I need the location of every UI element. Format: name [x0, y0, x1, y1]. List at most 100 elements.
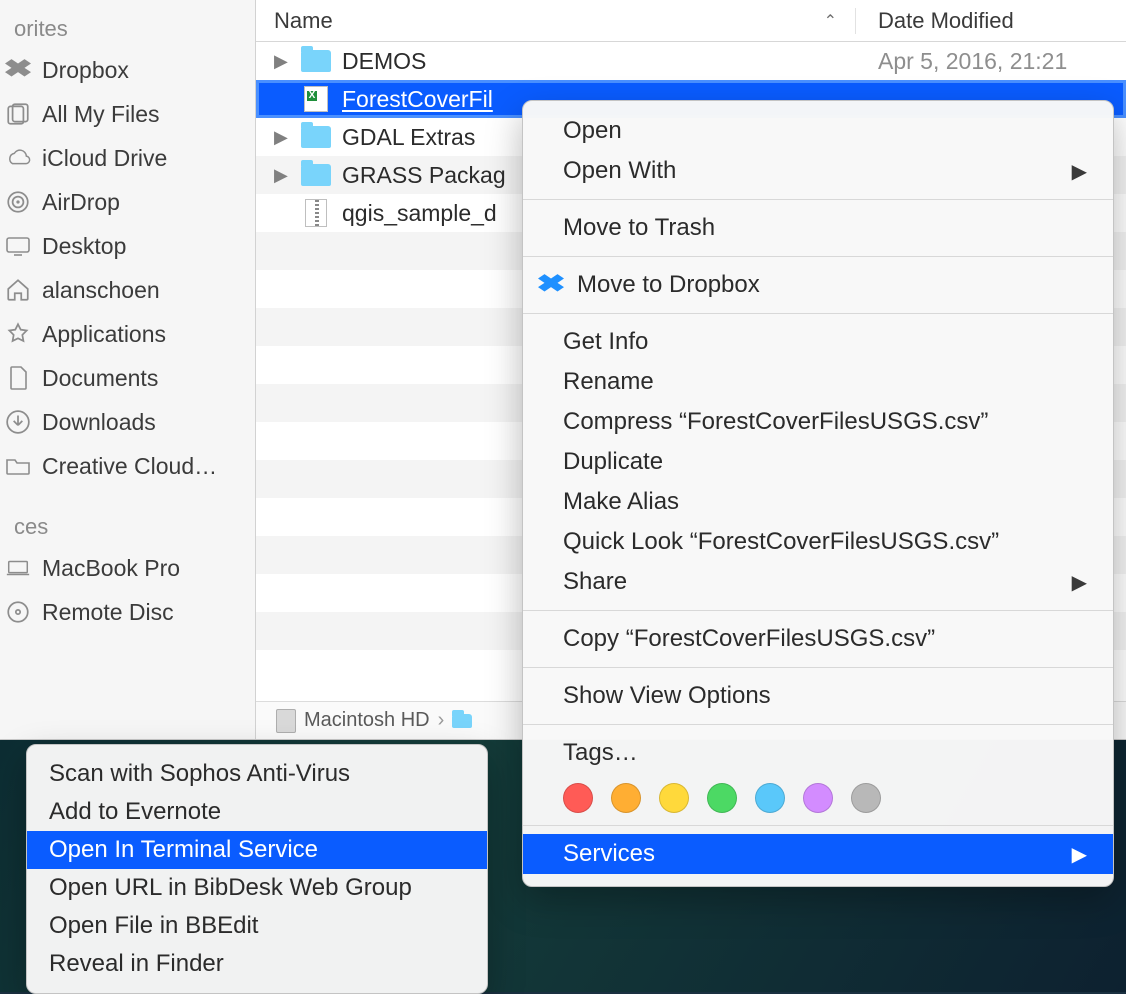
ctx-open[interactable]: Open — [523, 111, 1113, 151]
ctx-share[interactable]: Share▶ — [523, 562, 1113, 602]
sidebar-item-apps[interactable]: Applications — [0, 312, 255, 356]
sidebar-item-label: alanschoen — [42, 277, 245, 304]
home-icon — [4, 276, 32, 304]
icloud-icon — [4, 144, 32, 172]
sidebar-item-laptop[interactable]: MacBook Pro — [0, 546, 255, 590]
column-header-name-label: Name — [274, 8, 333, 34]
all-files-icon — [4, 100, 32, 128]
ctx-copy[interactable]: Copy “ForestCoverFilesUSGS.csv” — [523, 619, 1113, 659]
ctx-move-to-dropbox[interactable]: Move to Dropbox — [523, 265, 1113, 305]
dropbox-icon — [537, 274, 565, 296]
context-menu: Open Open With▶ Move to Trash Move to Dr… — [522, 100, 1114, 887]
chevron-right-icon: ▶ — [1072, 570, 1087, 595]
folder-icon — [301, 50, 331, 72]
tag-color-dot[interactable] — [563, 783, 593, 813]
ctx-quick-look[interactable]: Quick Look “ForestCoverFilesUSGS.csv” — [523, 522, 1113, 562]
ctx-make-alias[interactable]: Make Alias — [523, 482, 1113, 522]
folder-icon — [452, 714, 472, 728]
sidebar-section-favorites: orites — [0, 6, 255, 48]
file-name-label: DEMOS — [342, 48, 856, 75]
columns-header: Name ⌃ Date Modified — [256, 0, 1126, 42]
menu-separator — [523, 313, 1113, 314]
disclosure-triangle-icon[interactable]: ▶ — [274, 127, 300, 148]
hard-disk-icon — [276, 709, 296, 733]
sidebar-item-label: Downloads — [42, 409, 245, 436]
menu-separator — [523, 825, 1113, 826]
sidebar-item-label: iCloud Drive — [42, 145, 245, 172]
downloads-icon — [4, 408, 32, 436]
tag-color-dot[interactable] — [659, 783, 689, 813]
ctx-duplicate[interactable]: Duplicate — [523, 442, 1113, 482]
file-date-label: Apr 5, 2016, 21:21 — [856, 48, 1126, 75]
sidebar-item-label: Documents — [42, 365, 245, 392]
sidebar-item-label: MacBook Pro — [42, 555, 245, 582]
sidebar-item-all-files[interactable]: All My Files — [0, 92, 255, 136]
ctx-open-with[interactable]: Open With▶ — [523, 151, 1113, 191]
service-item[interactable]: Open In Terminal Service — [27, 831, 487, 869]
sidebar-item-label: Desktop — [42, 233, 245, 260]
sidebar: orites Dropbox All My Files iCloud Drive Ai… — [0, 0, 256, 739]
sidebar-item-downloads[interactable]: Downloads — [0, 400, 255, 444]
menu-separator — [523, 667, 1113, 668]
tag-color-dot[interactable] — [851, 783, 881, 813]
folder-icon — [301, 164, 331, 186]
tag-color-dot[interactable] — [611, 783, 641, 813]
laptop-icon — [4, 554, 32, 582]
path-bar-disk-label: Macintosh HD — [304, 709, 430, 732]
excel-file-icon — [304, 86, 328, 112]
column-header-name[interactable]: Name ⌃ — [256, 8, 856, 34]
service-item[interactable]: Scan with Sophos Anti-Virus — [27, 755, 487, 793]
disclosure-triangle-icon[interactable]: ▶ — [274, 165, 300, 186]
folder-icon — [301, 126, 331, 148]
sidebar-item-airdrop[interactable]: AirDrop — [0, 180, 255, 224]
desktop-icon — [4, 232, 32, 260]
menu-separator — [523, 199, 1113, 200]
apps-icon — [4, 320, 32, 348]
airdrop-icon — [4, 188, 32, 216]
sidebar-item-icloud[interactable]: iCloud Drive — [0, 136, 255, 180]
ctx-rename[interactable]: Rename — [523, 362, 1113, 402]
file-row[interactable]: ▶ DEMOSApr 5, 2016, 21:21 — [256, 42, 1126, 80]
sort-ascending-icon: ⌃ — [824, 11, 837, 31]
tag-color-row — [523, 773, 1113, 817]
disc-icon — [4, 598, 32, 626]
sidebar-item-label: All My Files — [42, 101, 245, 128]
sidebar-section-devices: ces — [0, 504, 255, 546]
sidebar-item-docs[interactable]: Documents — [0, 356, 255, 400]
services-submenu: Scan with Sophos Anti-VirusAdd to Everno… — [26, 744, 488, 994]
chevron-right-icon: ▶ — [1072, 159, 1087, 184]
sidebar-item-label: Creative Cloud… — [42, 453, 245, 480]
docs-icon — [4, 364, 32, 392]
sidebar-item-label: Dropbox — [42, 57, 245, 84]
sidebar-item-folder[interactable]: Creative Cloud… — [0, 444, 255, 488]
service-item[interactable]: Open File in BBEdit — [27, 907, 487, 945]
zip-file-icon — [305, 199, 327, 227]
service-item[interactable]: Add to Evernote — [27, 793, 487, 831]
tag-color-dot[interactable] — [803, 783, 833, 813]
service-item[interactable]: Reveal in Finder — [27, 945, 487, 983]
chevron-right-icon: › — [438, 709, 445, 732]
menu-separator — [523, 610, 1113, 611]
column-header-date[interactable]: Date Modified — [856, 8, 1126, 34]
chevron-right-icon: ▶ — [1072, 842, 1087, 867]
sidebar-item-label: Applications — [42, 321, 245, 348]
sidebar-item-label: Remote Disc — [42, 599, 245, 626]
disclosure-triangle-icon[interactable]: ▶ — [274, 51, 300, 72]
tag-color-dot[interactable] — [755, 783, 785, 813]
service-item[interactable]: Open URL in BibDesk Web Group — [27, 869, 487, 907]
sidebar-item-dropbox[interactable]: Dropbox — [0, 48, 255, 92]
ctx-get-info[interactable]: Get Info — [523, 322, 1113, 362]
ctx-move-to-trash[interactable]: Move to Trash — [523, 208, 1113, 248]
dropbox-icon — [4, 56, 32, 84]
sidebar-item-disc[interactable]: Remote Disc — [0, 590, 255, 634]
tag-color-dot[interactable] — [707, 783, 737, 813]
menu-separator — [523, 724, 1113, 725]
menu-separator — [523, 256, 1113, 257]
ctx-tags-label: Tags… — [523, 733, 1113, 773]
ctx-services[interactable]: Services▶ — [523, 834, 1113, 874]
sidebar-item-home[interactable]: alanschoen — [0, 268, 255, 312]
sidebar-item-desktop[interactable]: Desktop — [0, 224, 255, 268]
ctx-show-view-options[interactable]: Show View Options — [523, 676, 1113, 716]
ctx-compress[interactable]: Compress “ForestCoverFilesUSGS.csv” — [523, 402, 1113, 442]
sidebar-item-label: AirDrop — [42, 189, 245, 216]
